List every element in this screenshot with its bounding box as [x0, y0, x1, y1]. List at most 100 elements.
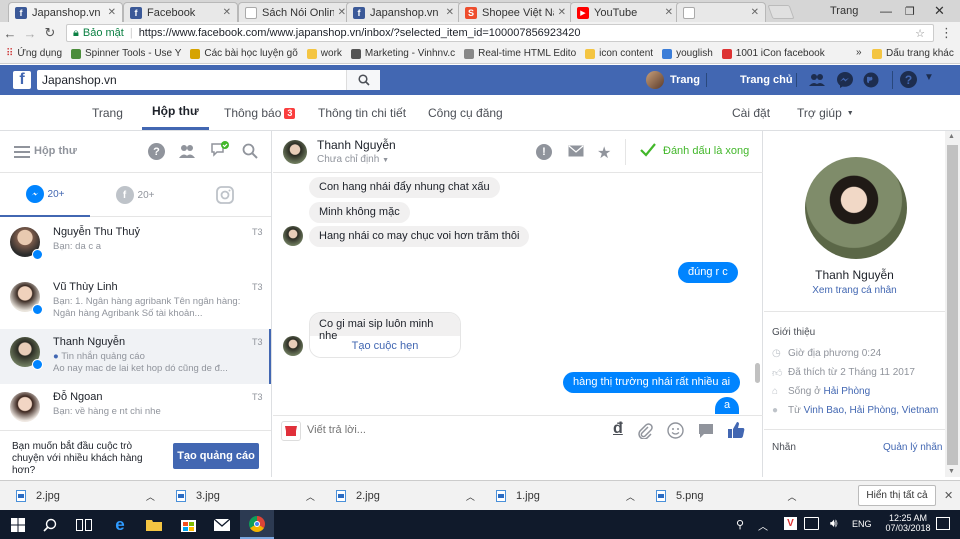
create-ad-button[interactable]: Tạo quảng cáo	[173, 443, 259, 469]
chevron-up-icon[interactable]: ︿	[758, 518, 768, 533]
nav-page[interactable]: Trang	[92, 95, 123, 131]
paperclip-icon[interactable]	[637, 423, 653, 439]
home-link[interactable]: Trang chủ	[740, 65, 793, 95]
bookmark-icon-content[interactable]: icon content	[585, 48, 653, 59]
close-icon[interactable]: ✕	[223, 7, 231, 18]
browser-tab-youtube[interactable]: ▶ YouTube ✕	[570, 2, 680, 22]
page-scrollbar[interactable]: ▲ ▼	[945, 131, 960, 477]
people-icon[interactable]	[178, 143, 196, 159]
tab-instagram[interactable]	[180, 173, 270, 217]
browser-tab-japanshop[interactable]: f Japanshop.vn ✕	[8, 2, 123, 22]
nav-settings[interactable]: Cài đặt	[732, 95, 770, 131]
store-icon[interactable]	[172, 510, 204, 539]
nav-publishing-tools[interactable]: Công cụ đăng	[428, 95, 503, 131]
chat-check-icon[interactable]	[210, 141, 230, 159]
reply-input[interactable]	[307, 424, 577, 436]
windows-start-icon[interactable]	[2, 510, 34, 539]
nav-help[interactable]: Trợ giúp ▼	[797, 95, 854, 131]
window-close-button[interactable]: ✕	[934, 0, 945, 22]
language-indicator[interactable]: ENG	[852, 519, 872, 529]
forward-arrow-icon[interactable]: →	[20, 26, 40, 41]
messenger-icon[interactable]	[836, 71, 854, 89]
help-question-icon[interactable]: ?	[900, 71, 917, 88]
assign-dropdown[interactable]: Chưa chỉ định ▼	[317, 154, 389, 165]
bookmark-html-editor[interactable]: Real-time HTML Edito	[464, 48, 576, 59]
chat-contact-name[interactable]: Thanh Nguyễn	[317, 138, 396, 152]
clock[interactable]: 12:25 AM 07/03/2018	[884, 513, 932, 533]
view-profile-link[interactable]: Xem trang cá nhân	[764, 285, 945, 296]
tab-messenger[interactable]: 20+	[0, 173, 90, 217]
nav-notifications[interactable]: Thông báo 3	[224, 95, 296, 131]
show-all-downloads-button[interactable]: Hiển thị tất cả	[858, 485, 936, 506]
emoji-smile-icon[interactable]	[667, 422, 684, 439]
like-thumb-icon[interactable]	[727, 421, 745, 439]
task-view-icon[interactable]	[68, 510, 100, 539]
mail-icon[interactable]	[568, 145, 584, 157]
browser-tab-shopee[interactable]: S Shopee Việt Nam ✕	[458, 2, 573, 22]
close-icon[interactable]: ✕	[558, 7, 566, 18]
browser-tab-facebook[interactable]: f Facebook ✕	[123, 2, 238, 22]
profile-name[interactable]: Trang	[830, 0, 858, 22]
chrome-taskbar-button[interactable]	[240, 510, 274, 539]
browser-tab-blank[interactable]: ✕	[676, 2, 766, 22]
search-icon[interactable]	[242, 143, 258, 159]
download-item[interactable]: 2.jpg ︿	[336, 481, 475, 511]
menu-dots-icon[interactable]: ⋮	[940, 25, 953, 41]
url-field[interactable]: 🔒︎ Bảo mật | https://www.facebook.com/ww…	[66, 24, 934, 42]
star-icon[interactable]: ★	[597, 143, 611, 163]
star-bookmark-icon[interactable]: ☆	[915, 27, 925, 40]
minimize-button[interactable]: —	[880, 0, 892, 22]
close-icon[interactable]: ✕	[108, 7, 116, 18]
search-icon[interactable]	[34, 510, 66, 539]
download-item[interactable]: 1.jpg ︿	[496, 481, 635, 511]
shop-icon[interactable]	[281, 421, 301, 441]
bookmark-marketing[interactable]: Marketing - Vinhnv.c	[350, 48, 455, 59]
close-icon[interactable]: ✕	[665, 7, 673, 18]
new-tab-button[interactable]	[767, 5, 795, 19]
currency-payment-icon[interactable]: đ	[613, 420, 623, 438]
unikey-icon[interactable]: V	[784, 517, 797, 530]
mark-done-button[interactable]: Đánh dấu là xong	[663, 145, 749, 157]
close-icon[interactable]: ✕	[446, 7, 454, 18]
battery-icon[interactable]	[804, 517, 819, 530]
help-question-icon[interactable]: ?	[148, 143, 165, 160]
back-arrow-icon[interactable]: ←	[0, 26, 20, 41]
bookmark-typing-lessons[interactable]: Các bài học luyện gõ	[190, 48, 298, 59]
conversation-item[interactable]: Vũ Thùy Linh Bạn: 1. Ngân hàng agribank …	[0, 274, 271, 329]
manage-labels-link[interactable]: Quản lý nhãn	[883, 442, 943, 453]
bookmark-other-folder[interactable]: Dấu trang khác	[872, 48, 954, 59]
bookmark-apps[interactable]: Ứng dụng	[17, 48, 62, 59]
lives-in-link[interactable]: Hải Phòng	[823, 386, 870, 397]
user-avatar[interactable]	[646, 71, 664, 89]
profile-photo[interactable]	[805, 157, 907, 259]
download-item[interactable]: 3.jpg ︿	[176, 481, 315, 511]
people-tray-icon[interactable]: ⚲	[736, 518, 744, 531]
close-icon[interactable]: ✕	[751, 7, 759, 18]
account-dropdown-icon[interactable]: ▼	[924, 72, 934, 83]
file-explorer-icon[interactable]	[138, 510, 170, 539]
report-exclamation-icon[interactable]: !	[536, 144, 552, 160]
bookmark-1001-icon[interactable]: 1001 iCon facebook	[721, 48, 825, 59]
download-item[interactable]: 5.png ︿	[656, 481, 797, 511]
conversation-item[interactable]: Nguyễn Thu Thuỷ Bạn: da c a T3	[0, 219, 271, 274]
mail-app-icon[interactable]	[206, 510, 238, 539]
tab-facebook-comments[interactable]: f 20+	[90, 173, 180, 217]
reload-icon[interactable]: ↻	[40, 25, 60, 41]
close-icon[interactable]: ✕	[338, 7, 346, 18]
nav-insights[interactable]: Thông tin chi tiết	[318, 95, 406, 131]
facebook-logo-icon[interactable]: f	[13, 71, 31, 89]
fb-search-input[interactable]	[37, 70, 380, 90]
browser-tab-sach-noi[interactable]: Sách Nói Online - ✕	[238, 2, 353, 22]
globe-notifications-icon[interactable]	[862, 71, 880, 89]
hamburger-menu-icon[interactable]	[14, 145, 30, 159]
edge-browser-icon[interactable]: e	[104, 510, 136, 539]
restore-button[interactable]: ❐	[905, 0, 915, 22]
bookmark-work[interactable]: work	[306, 48, 342, 59]
bookmark-spinner[interactable]: Spinner Tools - Use Y	[71, 48, 181, 59]
conversation-item-selected[interactable]: Thanh Nguyễn ● Tin nhắn quảng cáo Ao nay…	[0, 329, 271, 384]
user-name-link[interactable]: Trang	[670, 65, 700, 95]
nav-inbox[interactable]: Hộp thư	[142, 95, 209, 130]
from-place-link[interactable]: Vinh Bao, Hải Phòng, Vietnam	[804, 405, 939, 416]
download-item[interactable]: 2.jpg ︿	[16, 481, 155, 511]
chat-scrollbar-thumb[interactable]	[755, 363, 760, 383]
